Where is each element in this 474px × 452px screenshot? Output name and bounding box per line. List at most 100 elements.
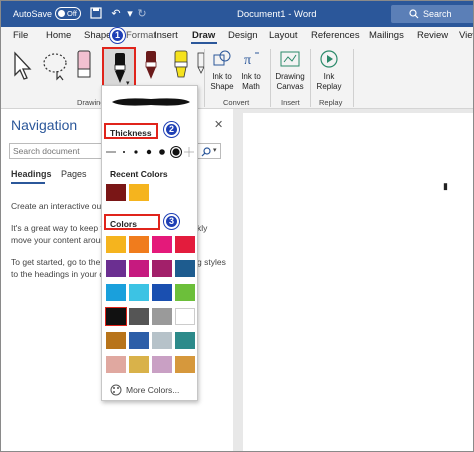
color-swatch[interactable] (152, 284, 172, 301)
red-pen-icon[interactable] (141, 49, 161, 83)
color-swatch[interactable] (129, 260, 149, 277)
word-window: AutoSave Off ↶ ▾ ↻ Document1 - Word Sear… (0, 0, 474, 452)
more-colors-button[interactable]: More Colors... (126, 385, 179, 395)
redo-icon[interactable]: ↻ (135, 7, 149, 21)
chevron-down-icon: ▾ (213, 147, 217, 154)
drawing-canvas-line2: Canvas (276, 82, 304, 91)
ink-to-math-icon[interactable]: π (241, 49, 261, 69)
recent-color-swatch[interactable] (106, 184, 126, 201)
group-label-convert: Convert (223, 98, 250, 107)
color-swatch[interactable] (129, 332, 149, 349)
tab-draw[interactable]: Draw (192, 30, 215, 41)
tab-layout[interactable]: Layout (269, 30, 298, 41)
color-palette-icon (110, 384, 122, 396)
autosave-toggle[interactable]: Off (55, 7, 81, 20)
color-swatch[interactable] (175, 236, 195, 253)
color-swatch[interactable] (175, 284, 195, 301)
color-swatch[interactable] (175, 356, 195, 373)
svg-text:π: π (244, 53, 251, 68)
nav-help-text-1: Create an interactive outli (11, 201, 108, 211)
ink-to-shape-icon[interactable] (212, 49, 232, 69)
group-label-insert: Insert (281, 98, 300, 107)
autosave-label: AutoSave (13, 9, 53, 19)
color-swatch[interactable] (152, 332, 172, 349)
tab-home[interactable]: Home (46, 30, 71, 41)
ink-to-shape-button[interactable]: Ink to Shape (206, 72, 238, 92)
ink-replay-line2: Replay (316, 82, 342, 91)
thickness-options[interactable] (106, 145, 196, 159)
ribbon: ▾ Drawing Ink to Shape π Ink to Math Con… (1, 45, 473, 109)
color-swatch[interactable] (129, 356, 149, 373)
ink-to-math-line2: Math (242, 82, 260, 91)
tab-format[interactable]: Format (126, 30, 156, 41)
drawing-canvas-button[interactable]: Drawing Canvas (273, 72, 307, 92)
step-badge-1: 1 (110, 28, 125, 43)
ink-replay-icon[interactable] (319, 49, 339, 69)
recent-colors-label: Recent Colors (110, 169, 168, 179)
recent-color-swatch[interactable] (129, 184, 149, 201)
search-document-input[interactable] (9, 143, 103, 159)
color-swatch[interactable] (106, 332, 126, 349)
color-swatch[interactable] (105, 307, 127, 326)
ribbon-tabs: File Home Shape Format Insert Draw Desig… (1, 27, 473, 45)
color-swatch[interactable] (152, 308, 172, 325)
ink-to-math-button[interactable]: Ink to Math (235, 72, 267, 92)
ink-replay-button[interactable]: Ink Replay (313, 72, 345, 92)
ribbon-separator (353, 49, 354, 107)
eraser-icon[interactable] (73, 49, 95, 83)
search-options-button[interactable]: ▾ (197, 143, 221, 159)
ink-to-shape-line2: Shape (210, 82, 234, 91)
color-swatch[interactable] (106, 236, 126, 253)
drawing-canvas-line1: Drawing (275, 72, 305, 81)
toggle-state: Off (67, 9, 77, 18)
text-cursor-icon: ▮ (443, 181, 448, 191)
step-badge-3: 3 (164, 214, 179, 229)
tab-review[interactable]: Review (417, 30, 448, 41)
nav-help-text-5: to the headings in your do (11, 269, 109, 279)
ribbon-separator (204, 49, 205, 107)
stroke-preview (112, 98, 190, 106)
group-label-replay: Replay (319, 98, 343, 107)
tab-mailings[interactable]: Mailings (369, 30, 404, 41)
undo-icon[interactable]: ↶ (109, 7, 123, 21)
yellow-highlighter-icon[interactable] (171, 49, 191, 83)
ink-to-shape-line1: Ink to (212, 72, 232, 81)
tab-file[interactable]: File (13, 30, 28, 41)
tab-insert[interactable]: Insert (154, 30, 178, 41)
color-swatch[interactable] (129, 308, 149, 325)
tab-references[interactable]: References (311, 30, 360, 41)
nav-help-text-right-2: g styles (197, 257, 226, 267)
color-swatch[interactable] (175, 308, 195, 325)
select-pointer-icon[interactable] (11, 51, 33, 81)
nav-tab-headings[interactable]: Headings (11, 169, 52, 179)
step-badge-2: 2 (164, 122, 179, 137)
ink-to-math-line1: Ink to (241, 72, 261, 81)
color-swatch[interactable] (106, 284, 126, 301)
document-page[interactable]: ▮ (243, 113, 473, 451)
lasso-select-icon[interactable] (41, 51, 69, 81)
color-swatch[interactable] (152, 356, 172, 373)
close-icon[interactable]: ✕ (214, 118, 223, 131)
color-swatch[interactable] (129, 284, 149, 301)
ink-replay-line1: Ink (323, 72, 335, 81)
color-swatch[interactable] (129, 236, 149, 253)
title-bar: AutoSave Off ↶ ▾ ↻ Document1 - Word Sear… (1, 1, 473, 27)
pen-options-menu: Thickness Recent Colors Colors More Colo… (101, 85, 198, 401)
tab-view[interactable]: View (459, 30, 473, 41)
drawing-canvas-icon[interactable] (279, 49, 301, 69)
search-box[interactable]: Search (391, 5, 473, 23)
color-swatch[interactable] (152, 260, 172, 277)
save-icon[interactable] (89, 7, 103, 21)
search-icon (409, 9, 419, 19)
search-icon (201, 147, 211, 157)
color-swatch[interactable] (106, 356, 126, 373)
nav-tab-pages[interactable]: Pages (61, 169, 87, 179)
active-nav-tab-indicator (11, 182, 45, 184)
color-swatch[interactable] (175, 260, 195, 277)
tab-design[interactable]: Design (228, 30, 258, 41)
color-swatch[interactable] (106, 260, 126, 277)
tab-shape[interactable]: Shape (84, 30, 111, 41)
document-area: ▮ (233, 109, 473, 451)
color-swatch[interactable] (175, 332, 195, 349)
color-swatch[interactable] (152, 236, 172, 253)
